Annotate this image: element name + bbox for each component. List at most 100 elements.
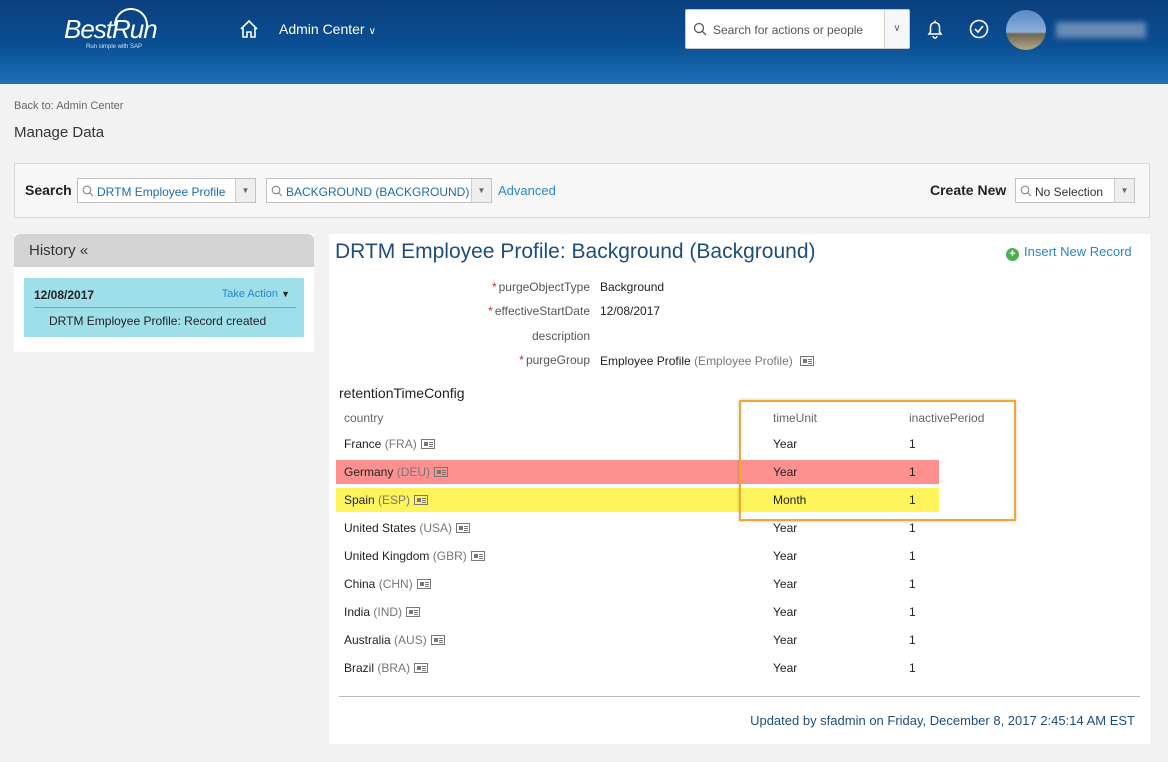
history-panel: History « 12/08/2017 Take Action ▼ DRTM … bbox=[14, 234, 314, 352]
global-search[interactable]: Search for actions or people ∨ bbox=[685, 9, 910, 49]
breadcrumb-back[interactable]: Back to: Admin Center bbox=[14, 100, 123, 112]
country-name: Australia bbox=[344, 633, 391, 647]
details-card-icon[interactable] bbox=[416, 579, 431, 589]
inactive-period-cell: 1 bbox=[909, 437, 916, 451]
purge-object-type-label: * purgeObjectType bbox=[492, 280, 590, 294]
todo-check-icon[interactable] bbox=[968, 18, 990, 40]
country-code: (IND) bbox=[373, 605, 403, 619]
country-cell: France (FRA) bbox=[344, 437, 435, 451]
dropdown-arrow-icon[interactable]: ▼ bbox=[235, 179, 255, 202]
country-name: China bbox=[344, 577, 376, 591]
insert-new-record-button[interactable]: + Insert New Record bbox=[1006, 244, 1132, 261]
time-unit-cell: Year bbox=[773, 521, 798, 535]
field-label-text: purgeGroup bbox=[525, 353, 590, 367]
inactive-period-cell: 1 bbox=[909, 549, 916, 563]
field-label-text: purgeObjectType bbox=[498, 280, 590, 294]
required-asterisk: * bbox=[488, 304, 493, 318]
history-header[interactable]: History « bbox=[14, 234, 314, 267]
country-code: (USA) bbox=[419, 521, 453, 535]
object-value: BACKGROUND (BACKGROUND) bbox=[286, 185, 470, 199]
search-icon bbox=[82, 185, 94, 197]
country-cell: China (CHN) bbox=[344, 577, 431, 591]
avatar[interactable] bbox=[1006, 10, 1046, 50]
effective-start-date-label: * effectiveStartDate bbox=[488, 304, 590, 318]
create-new-select[interactable]: No Selection ▼ bbox=[1015, 178, 1135, 203]
details-card-icon[interactable] bbox=[414, 663, 429, 673]
time-unit-cell: Month bbox=[773, 493, 807, 507]
details-card-icon[interactable] bbox=[434, 467, 449, 477]
country-name: Spain bbox=[344, 493, 375, 507]
country-name: United States bbox=[344, 521, 417, 535]
search-icon bbox=[271, 185, 283, 197]
advanced-search-link[interactable]: Advanced bbox=[498, 183, 556, 198]
insert-new-record-label: Insert New Record bbox=[1024, 244, 1132, 259]
search-placeholder: Search for actions or people bbox=[713, 23, 864, 37]
details-card-icon[interactable] bbox=[414, 495, 429, 505]
country-code: (DEU) bbox=[396, 465, 431, 479]
inactive-period-cell: 1 bbox=[909, 605, 916, 619]
search-toolbar: Search DRTM Employee Profile ▼ BACKGROUN… bbox=[14, 163, 1150, 218]
time-unit-cell: Year bbox=[773, 437, 798, 451]
dropdown-arrow-icon[interactable]: ▼ bbox=[471, 179, 491, 202]
chevron-down-icon[interactable]: ∨ bbox=[884, 10, 909, 48]
take-action-label: Take Action bbox=[221, 288, 279, 300]
user-name-blurred[interactable] bbox=[1056, 22, 1146, 38]
time-unit-cell: Year bbox=[773, 633, 798, 647]
page-title: Manage Data bbox=[14, 124, 105, 141]
time-unit-cell: Year bbox=[773, 577, 798, 591]
country-cell: Australia (AUS) bbox=[344, 633, 445, 647]
bestrun-logo[interactable]: BestRun Run simple with SAP bbox=[64, 8, 164, 54]
country-code: (GBR) bbox=[432, 549, 467, 563]
column-header-country: country bbox=[344, 411, 384, 425]
search-icon bbox=[693, 22, 707, 36]
details-card-icon[interactable] bbox=[420, 439, 435, 449]
country-name: Germany bbox=[344, 465, 394, 479]
divider bbox=[339, 696, 1140, 697]
add-circle-icon: + bbox=[1006, 248, 1019, 261]
country-code: (ESP) bbox=[378, 493, 411, 507]
time-unit-cell: Year bbox=[773, 549, 798, 563]
details-card-icon[interactable] bbox=[406, 607, 421, 617]
details-card-icon[interactable] bbox=[456, 523, 471, 533]
details-card-icon[interactable] bbox=[800, 356, 815, 366]
country-code: (AUS) bbox=[394, 633, 427, 647]
details-card-icon[interactable] bbox=[470, 551, 485, 561]
purge-object-type-value: Background bbox=[600, 280, 665, 294]
column-header-time-unit: timeUnit bbox=[773, 411, 818, 425]
details-card-icon[interactable] bbox=[430, 635, 445, 645]
inactive-period-cell: 1 bbox=[909, 633, 916, 647]
updated-by-text: Updated by sfadmin on Friday, December 8… bbox=[750, 713, 1135, 728]
country-cell: India (IND) bbox=[344, 605, 421, 619]
dropdown-arrow-icon[interactable]: ▼ bbox=[1114, 179, 1134, 202]
time-unit-cell: Year bbox=[773, 465, 798, 479]
purge-group-name: Employee Profile bbox=[600, 354, 691, 368]
caret-down-icon: ▼ bbox=[281, 289, 290, 299]
home-icon[interactable] bbox=[238, 18, 260, 40]
country-cell: Germany (DEU) bbox=[344, 465, 449, 479]
country-name: France bbox=[344, 437, 382, 451]
inactive-period-cell: 1 bbox=[909, 465, 916, 479]
bell-icon[interactable] bbox=[924, 18, 946, 40]
record-panel: DRTM Employee Profile: Background (Backg… bbox=[329, 234, 1150, 744]
time-unit-cell: Year bbox=[773, 605, 798, 619]
create-new-value: No Selection bbox=[1035, 185, 1104, 199]
admin-center-label: Admin Center bbox=[279, 21, 365, 37]
country-name: Brazil bbox=[344, 661, 375, 675]
country-code: (BRA) bbox=[377, 661, 411, 675]
object-select[interactable]: BACKGROUND (BACKGROUND) ▼ bbox=[266, 178, 492, 203]
column-header-inactive-period: inactivePeriod bbox=[909, 411, 985, 425]
take-action-menu[interactable]: Take Action ▼ bbox=[222, 288, 290, 300]
record-title: DRTM Employee Profile: Background (Backg… bbox=[335, 240, 816, 263]
field-label-text: effectiveStartDate bbox=[494, 304, 590, 318]
country-cell: United Kingdom (GBR) bbox=[344, 549, 485, 563]
shell-header: BestRun Run simple with SAP Admin Center… bbox=[0, 0, 1168, 84]
description-label: description bbox=[531, 329, 590, 343]
inactive-period-cell: 1 bbox=[909, 661, 916, 675]
admin-center-menu[interactable]: Admin Center ∨ bbox=[279, 21, 376, 37]
history-description: DRTM Employee Profile: Record created bbox=[49, 314, 267, 328]
object-type-select[interactable]: DRTM Employee Profile ▼ bbox=[77, 178, 256, 203]
history-entry[interactable]: 12/08/2017 Take Action ▼ DRTM Employee P… bbox=[24, 278, 304, 337]
retention-section-title: retentionTimeConfig bbox=[339, 385, 465, 401]
history-date: 12/08/2017 bbox=[34, 288, 95, 302]
required-asterisk: * bbox=[491, 280, 497, 294]
